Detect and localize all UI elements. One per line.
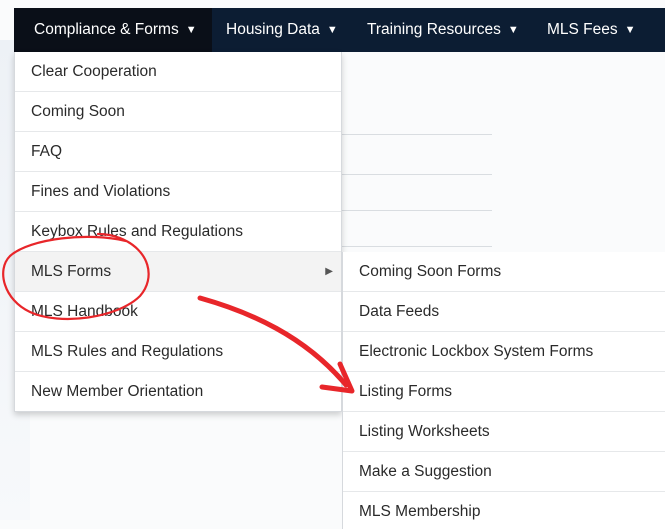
background-divider xyxy=(340,246,492,247)
menu-item-label: Make a Suggestion xyxy=(359,463,492,480)
nav-label: Housing Data xyxy=(226,21,320,38)
menu-item-label: Electronic Lockbox System Forms xyxy=(359,343,594,360)
main-navigation-bar: Compliance & Forms ▼ Housing Data ▼ Traini… xyxy=(14,8,665,52)
menu-item-label: Fines and Violations xyxy=(31,183,171,200)
menu-item-label: MLS Membership xyxy=(359,503,481,520)
menu-item-coming-soon[interactable]: Coming Soon xyxy=(15,92,341,132)
submenu-item-lockbox-forms[interactable]: Electronic Lockbox System Forms xyxy=(343,332,665,372)
submenu-item-listing-forms[interactable]: Listing Forms xyxy=(343,372,665,412)
nav-housing-data[interactable]: Housing Data ▼ xyxy=(226,8,338,52)
background-divider xyxy=(340,134,492,135)
menu-item-label: Listing Worksheets xyxy=(359,423,490,440)
menu-item-clear-cooperation[interactable]: Clear Cooperation xyxy=(15,52,341,92)
menu-item-mls-handbook[interactable]: MLS Handbook xyxy=(15,292,341,332)
nav-label: Compliance & Forms xyxy=(34,21,179,38)
menu-item-keybox-rules[interactable]: Keybox Rules and Regulations xyxy=(15,212,341,252)
menu-item-label: Listing Forms xyxy=(359,383,453,400)
submenu-item-coming-soon-forms[interactable]: Coming Soon Forms xyxy=(343,252,665,292)
menu-item-faq[interactable]: FAQ xyxy=(15,132,341,172)
menu-item-mls-forms[interactable]: MLS Forms ▶ xyxy=(15,252,341,292)
submenu-item-make-suggestion[interactable]: Make a Suggestion xyxy=(343,452,665,492)
menu-item-label: MLS Handbook xyxy=(31,303,138,320)
nav-mls-fees[interactable]: MLS Fees ▼ xyxy=(547,8,636,52)
menu-item-label: MLS Rules and Regulations xyxy=(31,343,224,360)
nav-label: Training Resources xyxy=(367,21,501,38)
submenu-item-data-feeds[interactable]: Data Feeds xyxy=(343,292,665,332)
nav-training-resources[interactable]: Training Resources ▼ xyxy=(367,8,519,52)
menu-item-label: Coming Soon xyxy=(31,103,125,120)
background-divider xyxy=(340,174,492,175)
submenu-item-listing-worksheets[interactable]: Listing Worksheets xyxy=(343,412,665,452)
menu-item-fines-violations[interactable]: Fines and Violations xyxy=(15,172,341,212)
caret-down-icon: ▼ xyxy=(326,24,338,36)
compliance-forms-dropdown: Clear Cooperation Coming Soon FAQ Fines … xyxy=(14,52,342,412)
menu-item-label: MLS Forms xyxy=(31,263,112,280)
menu-item-label: FAQ xyxy=(31,143,63,160)
caret-down-icon: ▼ xyxy=(185,24,197,36)
caret-down-icon: ▼ xyxy=(507,24,519,36)
submenu-arrow-icon: ▶ xyxy=(325,266,333,277)
menu-item-label: Clear Cooperation xyxy=(31,63,157,80)
mls-forms-submenu: Coming Soon Forms Data Feeds Electronic … xyxy=(342,252,665,529)
menu-item-mls-rules[interactable]: MLS Rules and Regulations xyxy=(15,332,341,372)
menu-item-new-member-orientation[interactable]: New Member Orientation xyxy=(15,372,341,412)
background-divider xyxy=(340,210,492,211)
nav-label: MLS Fees xyxy=(547,21,618,38)
caret-down-icon: ▼ xyxy=(624,24,636,36)
menu-item-label: Data Feeds xyxy=(359,303,440,320)
menu-item-label: Keybox Rules and Regulations xyxy=(31,223,243,240)
nav-compliance-forms[interactable]: Compliance & Forms ▼ xyxy=(14,8,212,52)
menu-item-label: New Member Orientation xyxy=(31,383,204,400)
submenu-item-mls-membership[interactable]: MLS Membership xyxy=(343,492,665,529)
menu-item-label: Coming Soon Forms xyxy=(359,263,502,280)
